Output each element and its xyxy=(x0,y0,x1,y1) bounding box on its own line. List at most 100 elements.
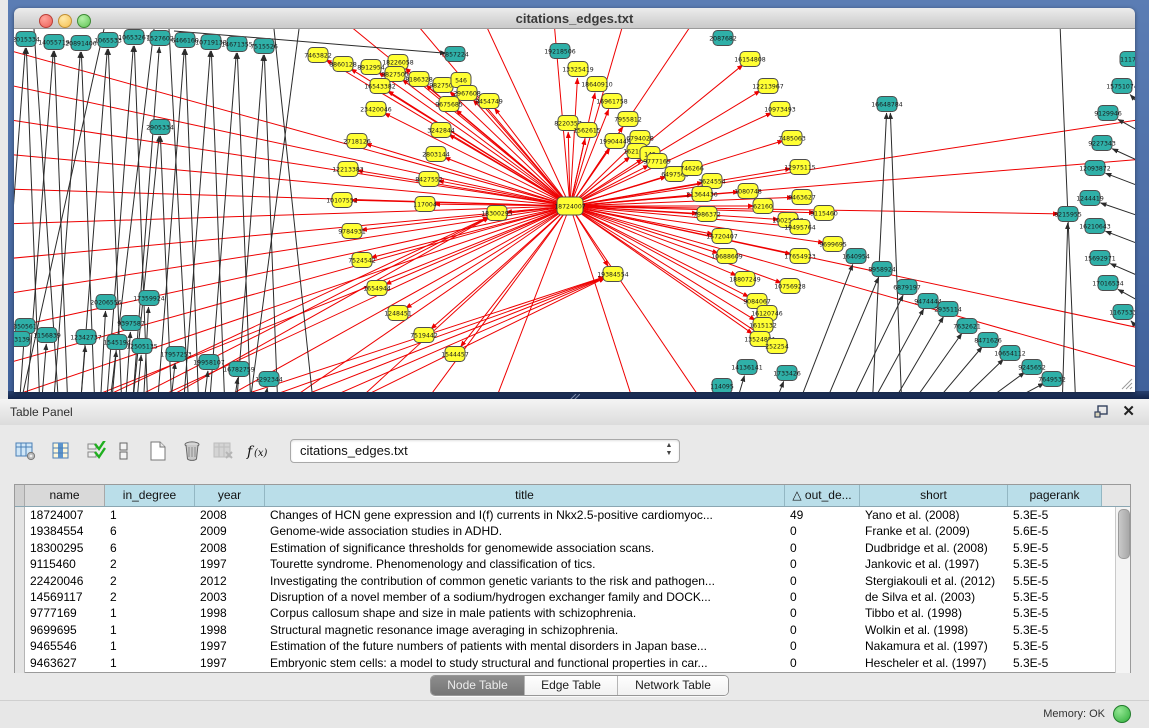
table-cell[interactable]: Franke et al. (2009) xyxy=(860,523,1008,539)
create-table-icon[interactable] xyxy=(144,437,172,465)
table-row[interactable]: 1830029562008Estimation of significance … xyxy=(25,540,1130,556)
table-cell[interactable]: Hescheler et al. (1997) xyxy=(860,655,1008,671)
table-cell[interactable]: 5.3E-5 xyxy=(1008,589,1102,605)
citation-network-graph[interactable]: 2015334140557192089140610655331065326715… xyxy=(14,29,1135,392)
table-cell[interactable]: 6 xyxy=(105,540,195,556)
table-cell[interactable]: 5.6E-5 xyxy=(1008,523,1102,539)
table-cell[interactable]: 5.3E-5 xyxy=(1008,655,1102,671)
show-columns-icon[interactable] xyxy=(48,437,76,465)
table-cell[interactable]: 5.5E-5 xyxy=(1008,573,1102,589)
column-header-pagerank[interactable]: pagerank xyxy=(1008,485,1102,506)
table-mode-icon[interactable] xyxy=(12,437,40,465)
network-window-titlebar[interactable]: citations_edges.txt xyxy=(14,8,1135,29)
table-cell[interactable]: Investigating the contribution of common… xyxy=(265,573,785,589)
window-resize-grip[interactable] xyxy=(1119,376,1133,390)
table-row[interactable]: 1938455462009Genome-wide association stu… xyxy=(25,523,1130,539)
table-cell[interactable]: Corpus callosum shape and size in male p… xyxy=(265,605,785,621)
table-cell[interactable]: 1997 xyxy=(195,556,265,572)
column-header-in_degree[interactable]: in_degree xyxy=(105,485,195,506)
table-cell[interactable]: 2012 xyxy=(195,573,265,589)
tab-edge-table[interactable]: Edge Table xyxy=(525,676,618,695)
table-selector-dropdown[interactable]: citations_edges.txt ▲▼ xyxy=(290,439,680,463)
table-cell[interactable]: 1 xyxy=(105,638,195,654)
table-cell[interactable]: 0 xyxy=(785,638,860,654)
table-row[interactable]: 977716911998Corpus callosum shape and si… xyxy=(25,605,1130,621)
table-cell[interactable]: 2003 xyxy=(195,589,265,605)
rows-icon[interactable] xyxy=(110,437,138,465)
column-header-title[interactable]: title xyxy=(265,485,785,506)
table-cell[interactable]: Stergiakouli et al. (2012) xyxy=(860,573,1008,589)
scrollbar-thumb[interactable] xyxy=(1118,509,1130,559)
table-cell[interactable]: 5.3E-5 xyxy=(1008,507,1102,523)
table-cell[interactable]: 0 xyxy=(785,605,860,621)
table-cell[interactable]: Jankovic et al. (1997) xyxy=(860,556,1008,572)
column-select-icon[interactable] xyxy=(82,437,110,465)
table-cell[interactable]: 19384554 xyxy=(25,523,105,539)
memory-ok-icon[interactable] xyxy=(1113,705,1131,723)
column-header-name[interactable]: name xyxy=(25,485,105,506)
table-cell[interactable]: 1997 xyxy=(195,638,265,654)
table-cell[interactable]: 0 xyxy=(785,622,860,638)
table-cell[interactable]: 49 xyxy=(785,507,860,523)
table-cell[interactable]: 0 xyxy=(785,523,860,539)
table-cell[interactable]: Tourette syndrome. Phenomenology and cla… xyxy=(265,556,785,572)
table-cell[interactable]: 14569117 xyxy=(25,589,105,605)
table-cell[interactable]: 0 xyxy=(785,589,860,605)
table-cell[interactable]: Embryonic stem cells: a model to study s… xyxy=(265,655,785,671)
fx-icon[interactable]: f(x) xyxy=(244,437,272,465)
table-cell[interactable]: 18724007 xyxy=(25,507,105,523)
table-cell[interactable]: Structural magnetic resonance image aver… xyxy=(265,622,785,638)
vertical-scrollbar[interactable] xyxy=(1115,507,1130,673)
table-cell[interactable]: 0 xyxy=(785,573,860,589)
table-cell[interactable]: 5.3E-5 xyxy=(1008,638,1102,654)
table-row[interactable]: 1872400712008Changes of HCN gene express… xyxy=(25,507,1130,523)
close-panel-icon[interactable]: ✕ xyxy=(1122,402,1135,420)
column-header-year[interactable]: year xyxy=(195,485,265,506)
table-cell[interactable]: 1 xyxy=(105,605,195,621)
table-cell[interactable]: 2 xyxy=(105,589,195,605)
table-cell[interactable]: 0 xyxy=(785,540,860,556)
table-cell[interactable]: Genome-wide association studies in ADHD. xyxy=(265,523,785,539)
tab-node-table[interactable]: Node Table xyxy=(431,676,525,695)
table-cell[interactable]: 5.3E-5 xyxy=(1008,605,1102,621)
table-cell[interactable]: Dudbridge et al. (2008) xyxy=(860,540,1008,556)
table-cell[interactable]: Yano et al. (2008) xyxy=(860,507,1008,523)
table-cell[interactable]: 5.9E-5 xyxy=(1008,540,1102,556)
tab-network-table[interactable]: Network Table xyxy=(618,676,728,695)
table-cell[interactable]: Tibbo et al. (1998) xyxy=(860,605,1008,621)
table-cell[interactable]: 9777169 xyxy=(25,605,105,621)
table-cell[interactable]: 2 xyxy=(105,573,195,589)
table-cell[interactable]: 22420046 xyxy=(25,573,105,589)
table-cell[interactable]: 5.3E-5 xyxy=(1008,556,1102,572)
table-cell[interactable]: 9115460 xyxy=(25,556,105,572)
column-header-out_de[interactable]: △ out_de... xyxy=(785,485,860,506)
table-cell[interactable]: 18300295 xyxy=(25,540,105,556)
table-cell[interactable]: 9699695 xyxy=(25,622,105,638)
table-cell[interactable]: Changes of HCN gene expression and I(f) … xyxy=(265,507,785,523)
table-cell[interactable]: de Silva et al. (2003) xyxy=(860,589,1008,605)
table-cell[interactable]: 2008 xyxy=(195,507,265,523)
network-canvas[interactable]: 2015334140557192089140610655331065326715… xyxy=(14,29,1135,392)
table-cell[interactable]: 2 xyxy=(105,556,195,572)
table-cell[interactable]: 5.3E-5 xyxy=(1008,622,1102,638)
table-cell[interactable]: 1998 xyxy=(195,605,265,621)
table-cell[interactable]: 6 xyxy=(105,523,195,539)
table-cell[interactable]: 1998 xyxy=(195,622,265,638)
table-row[interactable]: 911546021997Tourette syndrome. Phenomeno… xyxy=(25,556,1130,572)
table-row[interactable]: 2242004622012Investigating the contribut… xyxy=(25,573,1130,589)
table-row[interactable]: 1456911722003Disruption of a novel membe… xyxy=(25,589,1130,605)
table-cell[interactable]: 1997 xyxy=(195,655,265,671)
table-row[interactable]: 969969511998Structural magnetic resonanc… xyxy=(25,622,1130,638)
table-cell[interactable]: Estimation of significance thresholds fo… xyxy=(265,540,785,556)
table-cell[interactable]: 9465546 xyxy=(25,638,105,654)
table-cell[interactable]: 0 xyxy=(785,556,860,572)
table-cell[interactable]: Nakamura et al. (1997) xyxy=(860,638,1008,654)
table-cell[interactable]: 0 xyxy=(785,655,860,671)
table-cell[interactable]: 1 xyxy=(105,622,195,638)
column-header-short[interactable]: short xyxy=(860,485,1008,506)
table-cell[interactable]: 9463627 xyxy=(25,655,105,671)
table-cell[interactable]: Estimation of the future numbers of pati… xyxy=(265,638,785,654)
float-panel-icon[interactable] xyxy=(1094,405,1109,418)
table-row[interactable]: 946362711997Embryonic stem cells: a mode… xyxy=(25,655,1130,671)
table-row[interactable]: 946554611997Estimation of the future num… xyxy=(25,638,1130,654)
